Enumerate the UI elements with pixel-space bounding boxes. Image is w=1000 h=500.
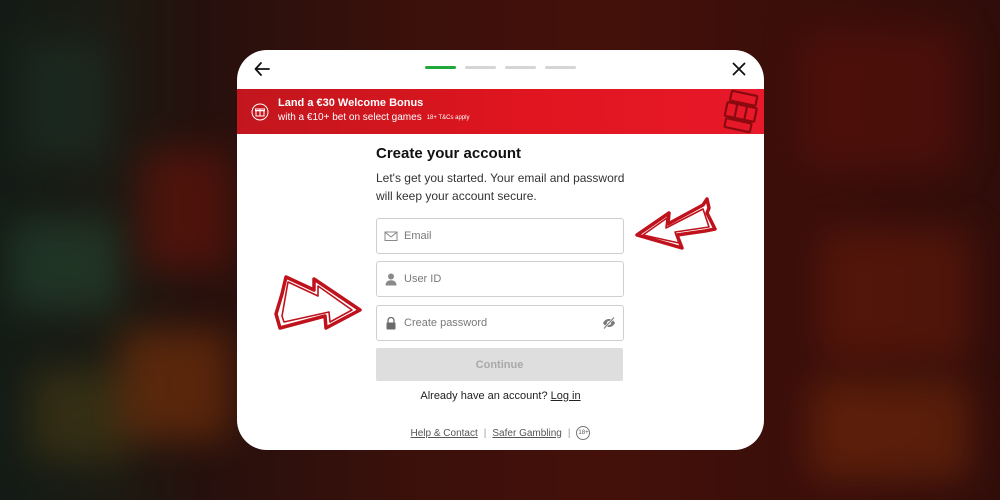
- user-icon: [385, 273, 397, 286]
- lock-icon: [386, 316, 396, 330]
- welcome-bonus-banner[interactable]: Land a €30 Welcome Bonus with a €10+ bet…: [237, 89, 764, 134]
- banner-terms: 18+ T&Cs apply: [426, 115, 470, 121]
- age-restriction-badge: 18+: [576, 426, 591, 440]
- progress-step-3: [505, 66, 536, 69]
- banner-subtitle-text: with a €10+ bet on select games: [278, 112, 422, 123]
- continue-button[interactable]: Continue: [376, 348, 623, 381]
- password-field[interactable]: [376, 305, 624, 341]
- safer-gambling-link[interactable]: Safer Gambling: [492, 428, 561, 439]
- password-input[interactable]: [404, 306, 594, 340]
- eye-slash-icon[interactable]: [602, 316, 616, 330]
- annotation-arrow-right-icon: [274, 275, 362, 330]
- login-link[interactable]: Log in: [551, 390, 581, 402]
- description-line-1: Let's get you started. Your email and pa…: [376, 171, 625, 185]
- description-line-2: will keep your account secure.: [376, 189, 537, 203]
- gift-icon: [251, 103, 269, 121]
- login-prompt: Already have an account? Log in: [237, 390, 764, 402]
- banner-subtitle: with a €10+ bet on select games 18+ T&Cs …: [278, 112, 469, 123]
- user-id-input[interactable]: [404, 262, 594, 296]
- progress-steps: [425, 66, 576, 69]
- progress-step-2: [465, 66, 496, 69]
- footer-separator: |: [567, 427, 571, 439]
- slot-machine-icon: [723, 89, 759, 134]
- footer-separator: |: [483, 427, 487, 439]
- user-id-field[interactable]: [376, 261, 624, 297]
- arrow-left-icon[interactable]: [253, 60, 271, 78]
- help-contact-link[interactable]: Help & Contact: [411, 428, 478, 439]
- envelope-icon: [384, 231, 398, 241]
- email-field[interactable]: [376, 218, 624, 254]
- annotation-arrow-left-icon: [635, 197, 717, 250]
- page-title: Create your account: [376, 145, 522, 162]
- form-intro: Create your account Let's get you starte…: [376, 145, 624, 205]
- banner-title: Land a €30 Welcome Bonus: [278, 97, 424, 109]
- progress-step-4: [545, 66, 576, 69]
- footer-links: Help & Contact | Safer Gambling | 18+: [237, 426, 764, 440]
- form-description: Let's get you started. Your email and pa…: [376, 169, 624, 205]
- progress-step-1: [425, 66, 456, 69]
- email-input[interactable]: [404, 219, 594, 253]
- login-prompt-text: Already have an account?: [420, 390, 548, 402]
- modal-topbar: [237, 50, 764, 89]
- close-icon[interactable]: [730, 60, 748, 78]
